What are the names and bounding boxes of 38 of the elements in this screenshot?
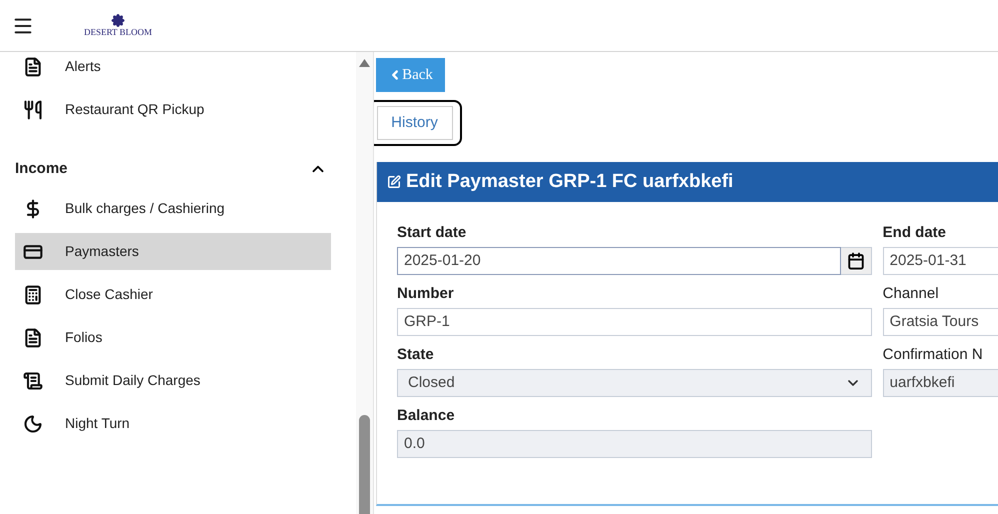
sidebar-item[interactable]: Submit Daily Charges: [15, 362, 331, 399]
calendar-icon: [846, 252, 865, 270]
section-title: Income: [15, 158, 68, 179]
logo-text: DESERT BLOOM: [84, 27, 152, 37]
sidebar-item[interactable]: Night Turn: [15, 405, 331, 442]
history-button[interactable]: History: [376, 106, 452, 140]
sidebar-item[interactable]: Bulk charges / Cashiering: [15, 190, 331, 227]
section-header[interactable]: Income: [15, 154, 331, 184]
input-field[interactable]: GRP-1: [397, 308, 872, 336]
sidebar-item[interactable]: Folios: [15, 319, 331, 356]
edit-icon: [387, 175, 401, 189]
scroll-up-icon: [359, 59, 370, 67]
input-field[interactable]: Gratsia Tours: [882, 308, 998, 336]
sidebar-item[interactable]: Restaurant QR Pickup: [15, 91, 331, 128]
select-value: Closed: [408, 372, 455, 393]
card-title: Edit Paymaster GRP-1 FC uarfxbkefi: [406, 170, 734, 194]
sidebar-item[interactable]: Paymasters: [15, 233, 331, 270]
receipt-icon: [23, 370, 43, 390]
scroll-thumb[interactable]: [359, 415, 370, 514]
field-label: End date: [882, 223, 947, 243]
cash-register-icon: [23, 284, 43, 304]
field-label: State: [397, 345, 435, 365]
field-label: Channel: [882, 284, 940, 304]
date-field[interactable]: 2025-01-20: [397, 247, 841, 275]
sidebar-item[interactable]: Alerts: [15, 52, 331, 85]
sidebar-item[interactable]: Close Cashier: [15, 276, 331, 313]
field-label: Start date: [397, 223, 468, 243]
calendar-button[interactable]: [840, 247, 872, 275]
moon-icon: [23, 414, 43, 434]
field-label: Confirmation N: [882, 345, 984, 365]
document-icon: [23, 56, 43, 76]
fork-knife-icon: [23, 100, 43, 120]
field-label: Balance: [397, 406, 456, 426]
list-icon: [23, 328, 43, 348]
field-label: Number: [397, 284, 455, 304]
flower-icon: [109, 14, 127, 27]
input-field[interactable]: 2025-01-31: [882, 247, 998, 275]
scrollbar[interactable]: [356, 52, 373, 514]
